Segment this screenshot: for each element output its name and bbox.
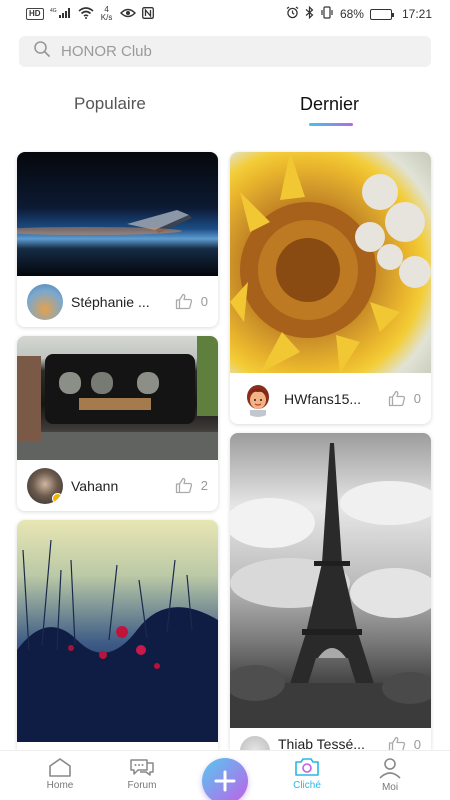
nav-moi[interactable]: Moi bbox=[360, 757, 420, 793]
post-image[interactable] bbox=[17, 152, 218, 276]
home-icon bbox=[49, 758, 71, 777]
nav-home[interactable]: Home bbox=[30, 757, 90, 791]
nfc-icon bbox=[141, 6, 154, 22]
verified-badge-icon bbox=[52, 492, 63, 504]
like-count: 0 bbox=[200, 294, 208, 309]
post-image[interactable] bbox=[17, 336, 218, 460]
like-button[interactable]: 2 bbox=[175, 477, 208, 494]
post-footer: Vahann 2 bbox=[17, 460, 218, 511]
author-name[interactable]: HWfans15... bbox=[284, 391, 382, 407]
author-name[interactable]: Vahann bbox=[71, 478, 169, 494]
add-post-button[interactable] bbox=[202, 758, 248, 800]
status-bar: HD 4G 4 K/s 68% 17:21 bbox=[0, 0, 450, 28]
signal-icon: 4G bbox=[50, 7, 72, 21]
poppy-field-photo bbox=[17, 539, 218, 742]
camera-icon bbox=[295, 758, 319, 776]
like-count: 0 bbox=[413, 391, 421, 406]
like-button[interactable]: 0 bbox=[388, 736, 421, 750]
bitmoji-avatar-icon bbox=[247, 384, 269, 417]
post-card[interactable]: Thiab Tessé... 0 bbox=[230, 433, 431, 750]
post-card[interactable]: HWfans15... 0 bbox=[230, 152, 431, 424]
search-icon bbox=[33, 40, 51, 63]
nav-forum[interactable]: Forum bbox=[112, 757, 172, 791]
bluetooth-icon bbox=[305, 5, 314, 22]
post-card[interactable]: Vahann 2 bbox=[17, 336, 218, 511]
hd-badge: HD bbox=[26, 8, 44, 20]
status-left: HD 4G 4 K/s bbox=[26, 6, 154, 22]
search-input[interactable] bbox=[61, 43, 401, 60]
alarm-icon bbox=[286, 6, 299, 22]
tab-dernier[interactable]: Dernier bbox=[300, 94, 359, 115]
eiffel-tower-photo bbox=[230, 443, 431, 728]
avatar[interactable] bbox=[27, 283, 63, 320]
post-image[interactable] bbox=[230, 433, 431, 728]
post-image[interactable] bbox=[17, 520, 218, 742]
thumbs-up-icon bbox=[175, 477, 192, 494]
like-count: 0 bbox=[413, 737, 421, 750]
nav-cliche[interactable]: Cliché bbox=[277, 757, 337, 791]
bottom-navigation: Home Forum Cliché Moi bbox=[0, 750, 450, 800]
battery-icon bbox=[369, 8, 394, 20]
network-speed-unit: K/s bbox=[100, 13, 113, 22]
avatar[interactable] bbox=[27, 467, 63, 504]
thumbs-up-icon bbox=[175, 293, 192, 310]
locomotive-photo bbox=[17, 336, 218, 460]
author-name[interactable]: Thiab Tessé... bbox=[278, 736, 382, 750]
post-footer: Stéphanie ... 0 bbox=[17, 276, 218, 327]
avatar[interactable] bbox=[240, 380, 276, 417]
clock: 17:21 bbox=[401, 7, 432, 21]
feed-tabs: Populaire Dernier bbox=[0, 94, 450, 134]
nav-home-label: Home bbox=[46, 780, 74, 791]
battery-percent: 68% bbox=[339, 7, 364, 21]
like-button[interactable]: 0 bbox=[388, 390, 421, 407]
eye-icon bbox=[119, 7, 136, 21]
post-footer: Thiab Tessé... 0 bbox=[230, 728, 431, 750]
avatar[interactable] bbox=[240, 736, 270, 750]
network-speed: 4 K/s bbox=[100, 6, 114, 22]
sunflower-photo bbox=[230, 152, 431, 373]
thumbs-up-icon bbox=[388, 736, 405, 750]
search-bar[interactable] bbox=[19, 36, 431, 67]
nav-moi-label: Moi bbox=[381, 782, 399, 793]
plus-icon bbox=[214, 770, 236, 792]
nav-forum-label: Forum bbox=[127, 780, 157, 791]
like-count: 2 bbox=[200, 478, 208, 493]
wifi-icon bbox=[78, 6, 94, 22]
tab-populaire[interactable]: Populaire bbox=[74, 94, 146, 114]
forum-icon bbox=[130, 759, 154, 776]
like-button[interactable]: 0 bbox=[175, 293, 208, 310]
airplane-wing-photo bbox=[17, 210, 192, 235]
svg-text:4G: 4G bbox=[50, 8, 57, 14]
post-card[interactable]: Stéphanie ... 0 bbox=[17, 152, 218, 327]
author-name[interactable]: Stéphanie ... bbox=[71, 294, 169, 310]
post-card[interactable] bbox=[17, 520, 218, 750]
active-tab-indicator bbox=[309, 123, 353, 126]
post-image[interactable] bbox=[230, 152, 431, 373]
nav-cliche-label: Cliché bbox=[293, 780, 321, 791]
status-right: 68% 17:21 bbox=[286, 5, 432, 22]
thumbs-up-icon bbox=[388, 390, 405, 407]
post-footer: HWfans15... 0 bbox=[230, 373, 431, 424]
profile-icon bbox=[379, 758, 401, 779]
vibrate-icon bbox=[320, 6, 334, 22]
